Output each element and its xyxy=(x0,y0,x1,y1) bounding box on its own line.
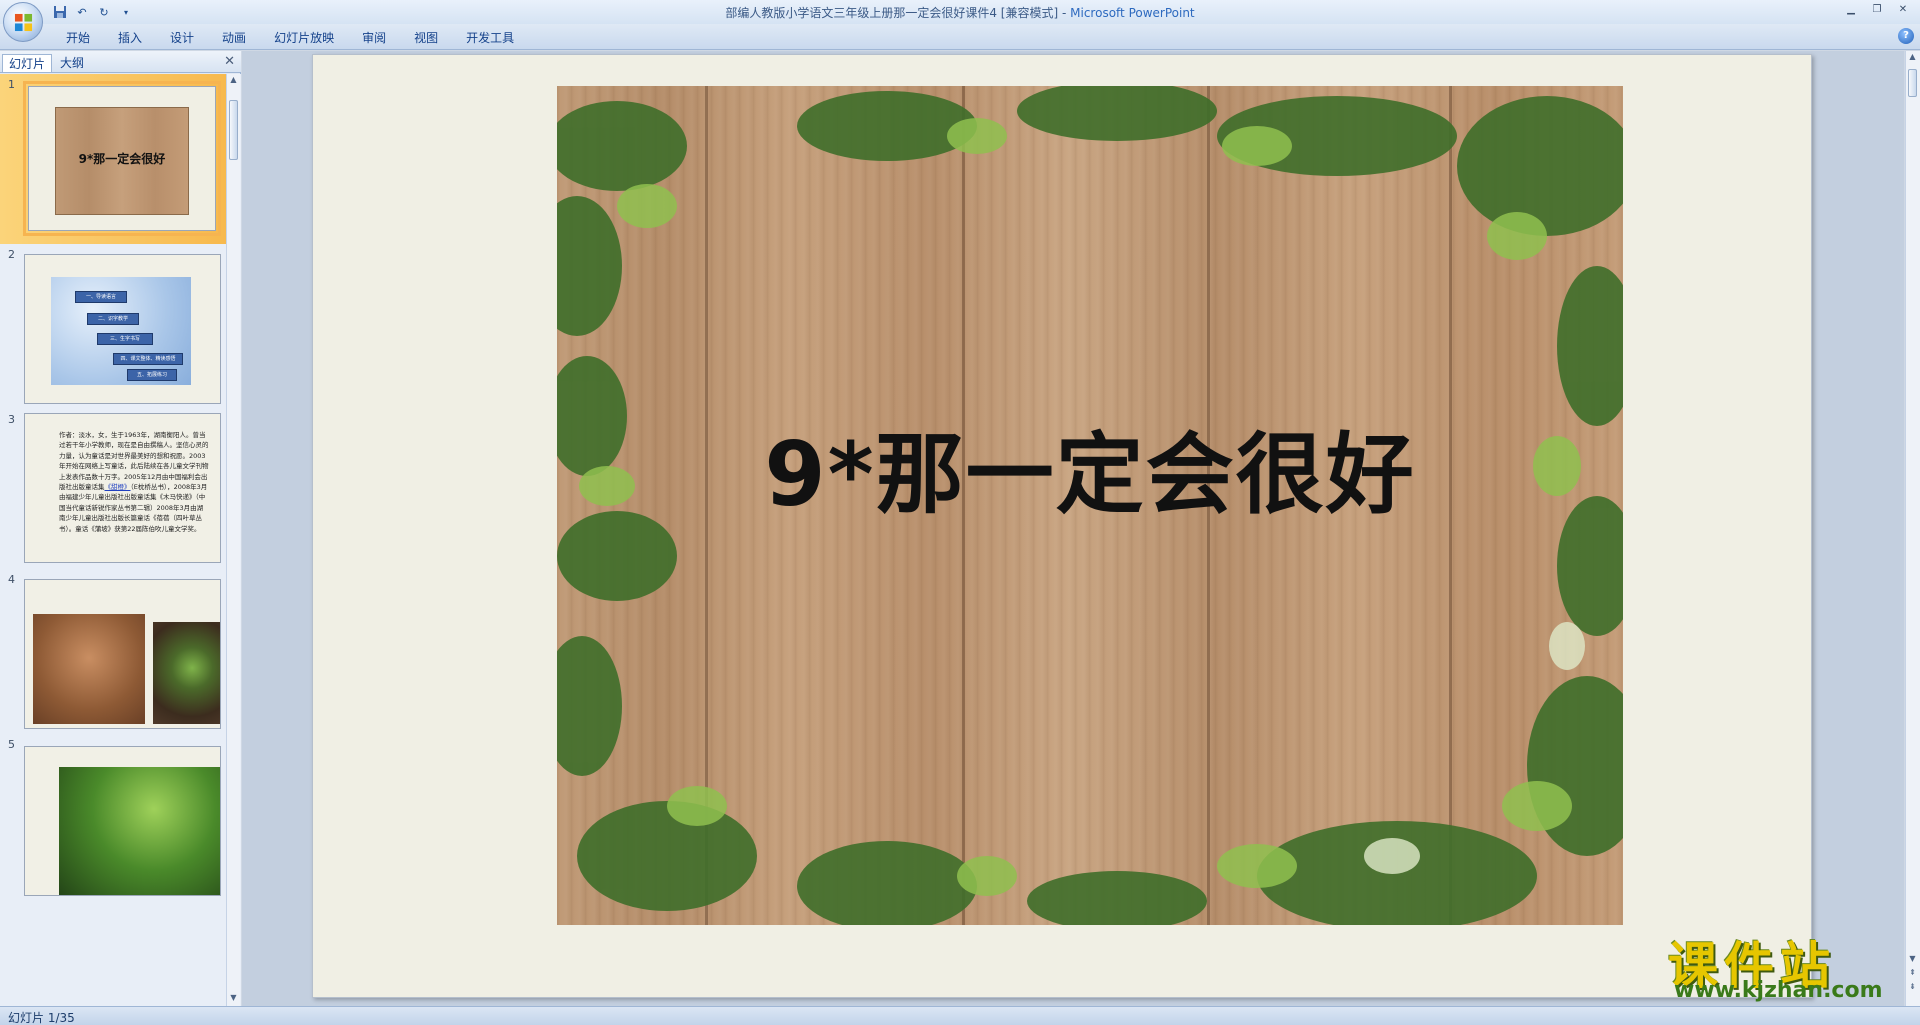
slide-thumbnail[interactable]: 9*那一定会很好 xyxy=(23,81,221,236)
soil-seed-image xyxy=(33,614,145,724)
forest-image xyxy=(59,767,220,895)
tab-outline[interactable]: 大纲 xyxy=(54,54,90,72)
outline-item: 四、课文整体、精读感悟 xyxy=(113,353,183,365)
outline-item: 二、识字教学 xyxy=(87,313,139,325)
outline-item: 一、导读语言 xyxy=(75,291,127,303)
scroll-down-icon[interactable]: ▼ xyxy=(228,992,239,1004)
tab-slides[interactable]: 幻灯片 xyxy=(2,54,53,72)
next-slide-icon[interactable]: ⇟ xyxy=(1907,981,1918,993)
scrollbar-thumb[interactable] xyxy=(229,100,238,160)
thumbnail-image: 一、导读语言 二、识字教学 三、生字书写 四、课文整体、精读感悟 五、拓展练习 xyxy=(51,277,191,385)
tab-developer[interactable]: 开发工具 xyxy=(452,29,528,47)
slide-number: 5 xyxy=(8,738,15,751)
close-icon[interactable]: ✕ xyxy=(1892,2,1914,18)
slide-title[interactable]: 9*那一定会很好 xyxy=(557,404,1623,531)
ribbon-tabs: 开始 插入 设计 动画 幻灯片放映 审阅 视图 开发工具 xyxy=(52,29,528,47)
scroll-up-icon[interactable]: ▲ xyxy=(1907,51,1918,63)
slide-thumbnail-row[interactable]: 4 xyxy=(0,569,226,734)
app-name: Microsoft PowerPoint xyxy=(1070,6,1195,20)
maximize-icon[interactable]: ❐ xyxy=(1866,2,1888,18)
thumbnail-list: 1 9*那一定会很好 2 一、导读语言 二、识字教学 三、生字书写 四、课文整体… xyxy=(0,74,241,1006)
thumbnail-image: 9*那一定会很好 xyxy=(55,107,189,215)
slide-thumbnail-row[interactable]: 1 9*那一定会很好 xyxy=(0,74,226,244)
slide-thumbnail-row[interactable]: 5 xyxy=(0,734,226,914)
tab-design[interactable]: 设计 xyxy=(156,29,208,47)
slide-thumbnail-row[interactable]: 3 作者：淡水，女，生于1963年，湖南衡阳人。曾当过若干年小学教师，现在是自由… xyxy=(0,409,226,569)
tab-home[interactable]: 开始 xyxy=(52,29,104,47)
scroll-up-icon[interactable]: ▲ xyxy=(228,74,239,86)
sprout-image xyxy=(153,622,220,724)
office-button[interactable] xyxy=(3,2,43,42)
window-title: 部编人教版小学语文三年级上册那一定会很好课件4 [兼容模式] - Microso… xyxy=(0,4,1920,21)
status-bar: 幻灯片 1/35 xyxy=(0,1006,1920,1025)
outline-item: 三、生字书写 xyxy=(97,333,153,345)
thumbnail-text: 作者：淡水，女，生于1963年，湖南衡阳人。曾当过若干年小学教师，现在是自由撰稿… xyxy=(59,431,209,533)
previous-slide-icon[interactable]: ⇞ xyxy=(1907,967,1918,979)
tab-slideshow[interactable]: 幻灯片放映 xyxy=(260,29,348,47)
slides-pane: 幻灯片 大纲 ✕ 1 9*那一定会很好 2 一、导读语言 二、识字教学 三、生字… xyxy=(0,51,241,1006)
tab-insert[interactable]: 插入 xyxy=(104,29,156,47)
scroll-down-icon[interactable]: ▼ xyxy=(1907,953,1918,965)
slide-counter: 幻灯片 1/35 xyxy=(8,1011,75,1025)
site-watermark-logo: 课件站 www.kjzhan.com xyxy=(1668,926,1908,1006)
slide-thumbnail-row[interactable]: 2 一、导读语言 二、识字教学 三、生字书写 四、课文整体、精读感悟 五、拓展练… xyxy=(0,244,226,409)
tab-view[interactable]: 视图 xyxy=(400,29,452,47)
scrollbar-thumb[interactable] xyxy=(1908,69,1917,97)
watermark-url: www.kjzhan.com xyxy=(1674,978,1883,1003)
document-title: 部编人教版小学语文三年级上册那一定会很好课件4 [兼容模式] - xyxy=(725,6,1071,20)
office-logo-icon xyxy=(14,13,33,32)
slide-number: 4 xyxy=(8,573,15,586)
help-icon[interactable]: ? xyxy=(1898,28,1914,44)
slide-thumbnail[interactable]: 作者：淡水，女，生于1963年，湖南衡阳人。曾当过若干年小学教师，现在是自由撰稿… xyxy=(24,413,221,563)
close-icon[interactable]: ✕ xyxy=(224,54,235,69)
thumbnail-link: 《甜橙》 xyxy=(104,483,131,492)
slide-thumbnail[interactable] xyxy=(24,579,221,729)
slide-number: 2 xyxy=(8,248,15,261)
minimize-icon[interactable]: ▁ xyxy=(1840,2,1862,18)
thumbnail-title: 9*那一定会很好 xyxy=(78,152,166,166)
slide-number: 3 xyxy=(8,413,15,426)
slide-number: 1 xyxy=(8,78,15,91)
window-controls: ▁ ❐ ✕ xyxy=(1840,2,1914,18)
tab-animations[interactable]: 动画 xyxy=(208,29,260,47)
pane-tabs: 幻灯片 大纲 ✕ xyxy=(0,51,241,73)
thumbnail-scrollbar[interactable]: ▲ ▼ xyxy=(226,74,240,1006)
slide-background-image: 9*那一定会很好 xyxy=(557,86,1623,925)
slide-thumbnail[interactable] xyxy=(24,746,221,896)
editor-scrollbar[interactable]: ▲ ▼ ⇞ ⇟ xyxy=(1905,51,1920,1006)
ribbon: 开始 插入 设计 动画 幻灯片放映 审阅 视图 开发工具 ? xyxy=(0,24,1920,50)
outline-item: 五、拓展练习 xyxy=(127,369,177,381)
tab-review[interactable]: 审阅 xyxy=(348,29,400,47)
slide-thumbnail[interactable]: 一、导读语言 二、识字教学 三、生字书写 四、课文整体、精读感悟 五、拓展练习 xyxy=(24,254,221,404)
title-bar: ↶ ↻ ▾ 部编人教版小学语文三年级上册那一定会很好课件4 [兼容模式] - M… xyxy=(0,0,1920,24)
